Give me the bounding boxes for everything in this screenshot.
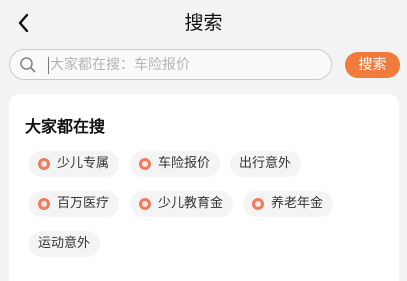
page-title: 搜索 xyxy=(184,12,223,34)
search-button[interactable]: 搜索 xyxy=(345,52,400,78)
hot-dot-icon xyxy=(252,198,264,210)
search-icon xyxy=(20,57,36,73)
search-bar: 搜索 xyxy=(0,46,407,86)
tag-label: 运动意外 xyxy=(38,236,91,251)
hot-tag[interactable]: 少儿教育金 xyxy=(130,191,233,217)
search-input[interactable] xyxy=(50,53,320,77)
hot-tag[interactable]: 百万医疗 xyxy=(29,191,119,217)
section-title: 大家都在搜 xyxy=(25,117,106,136)
hot-dot-icon xyxy=(139,158,151,170)
hot-tag[interactable]: 养老年金 xyxy=(243,191,333,217)
header: 搜索 xyxy=(0,0,407,46)
tag-label: 出行意外 xyxy=(239,156,292,171)
hot-search-panel: 大家都在搜 少儿专属 车险报价 出行意外 百万医疗 少儿教育金 养老年金 运动意… xyxy=(9,94,399,281)
hot-dot-icon xyxy=(38,198,50,210)
hot-dot-icon xyxy=(38,158,50,170)
hot-tag[interactable]: 少儿专属 xyxy=(29,151,119,177)
search-screen: 搜索 搜索 大家都在搜 少儿专属 车险报价 出行意外 百万医疗 xyxy=(0,0,407,281)
search-box[interactable] xyxy=(9,49,332,80)
hot-tag[interactable]: 运动意外 xyxy=(29,231,100,257)
text-cursor xyxy=(48,57,49,74)
hot-dot-icon xyxy=(139,198,151,210)
tag-label: 养老年金 xyxy=(271,196,324,211)
tag-label: 少儿教育金 xyxy=(158,196,224,211)
tag-label: 少儿专属 xyxy=(57,156,110,171)
hot-tag[interactable]: 车险报价 xyxy=(130,151,220,177)
tag-label: 百万医疗 xyxy=(57,196,110,211)
tag-label: 车险报价 xyxy=(158,156,211,171)
hot-tag[interactable]: 出行意外 xyxy=(230,151,301,177)
